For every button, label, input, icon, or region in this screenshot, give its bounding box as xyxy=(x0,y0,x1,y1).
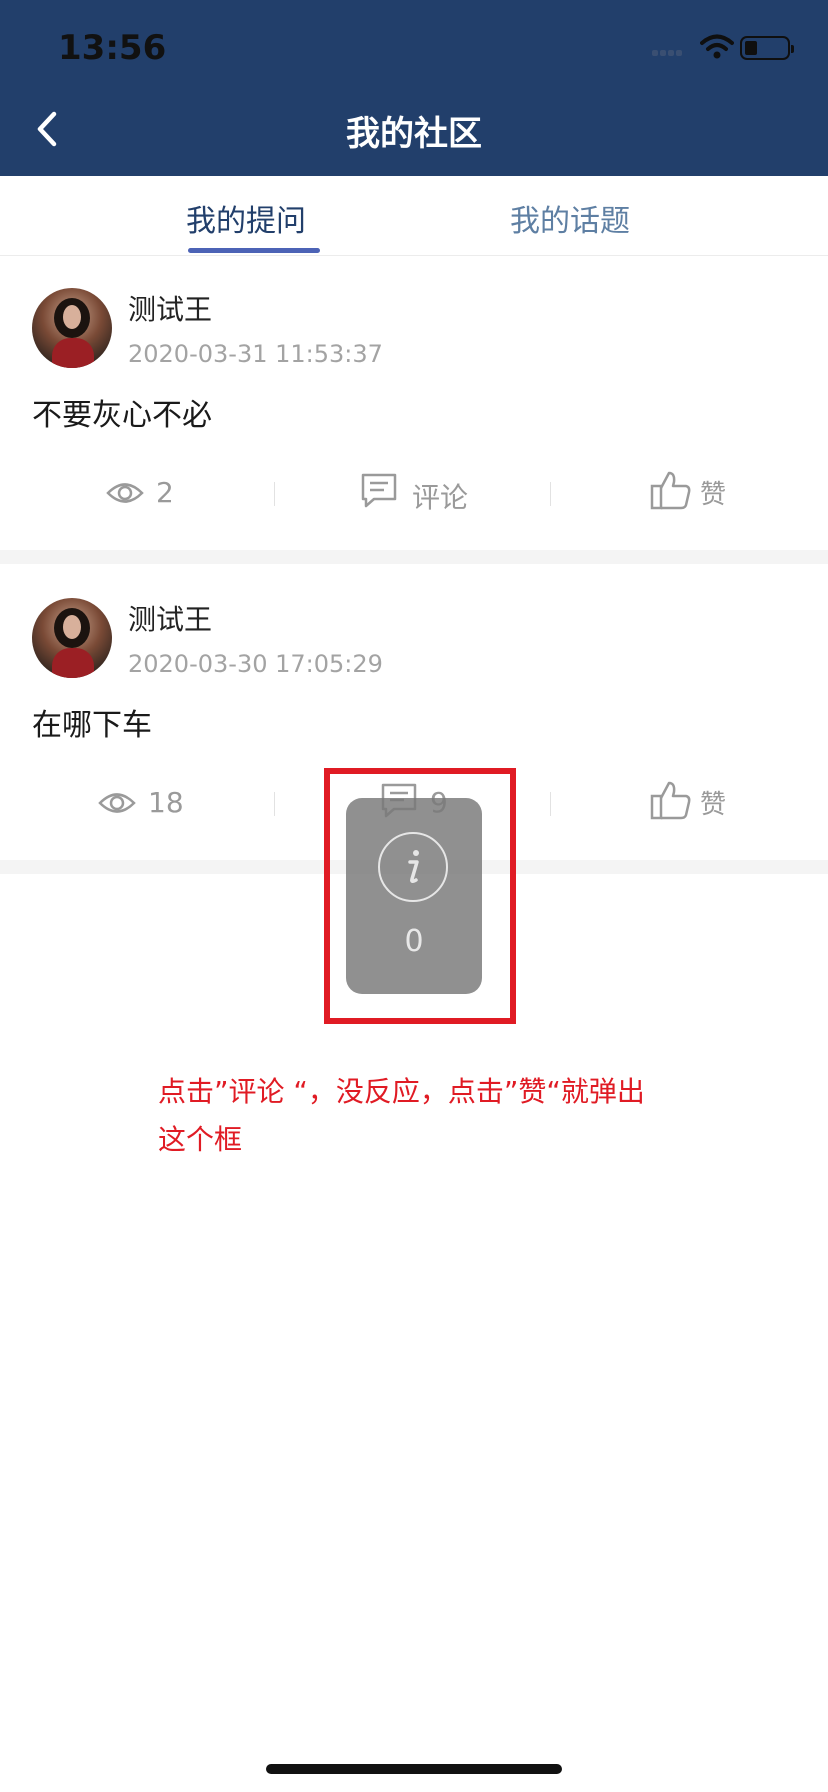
tab-bar: 我的提问 我的话题 xyxy=(0,176,828,256)
divider xyxy=(550,482,551,506)
page-title: 我的社区 xyxy=(346,114,482,154)
active-tab-indicator xyxy=(188,248,320,253)
divider xyxy=(274,792,275,816)
comment-icon xyxy=(361,473,397,508)
thumbs-up-icon xyxy=(650,471,691,510)
status-time: 13:56 xyxy=(58,28,167,68)
cellular-signal-icon xyxy=(652,50,690,58)
post-text: 不要灰心不必 xyxy=(32,398,212,433)
eye-icon xyxy=(98,793,136,813)
annotation-line-1: 点击”评论 “，没反应，点击”赞“就弹出 xyxy=(158,1075,645,1108)
divider xyxy=(274,482,275,506)
like-button[interactable]: 赞 xyxy=(650,780,760,824)
divider xyxy=(550,792,551,816)
username: 测试王 xyxy=(128,603,213,636)
view-count: 2 xyxy=(106,476,266,516)
comment-label: 评论 xyxy=(412,481,469,514)
like-button[interactable]: 赞 xyxy=(650,470,760,514)
wifi-icon xyxy=(700,34,734,59)
tab-my-questions[interactable]: 我的提问 xyxy=(186,196,306,240)
thumbs-up-icon xyxy=(650,781,691,820)
view-count: 18 xyxy=(98,786,258,826)
view-count-value: 2 xyxy=(156,476,174,509)
like-label: 赞 xyxy=(700,480,727,510)
username: 测试王 xyxy=(128,293,213,326)
annotation-highlight-box xyxy=(324,768,516,1024)
tab-my-topics[interactable]: 我的话题 xyxy=(510,196,630,240)
view-count-value: 18 xyxy=(148,786,184,819)
avatar xyxy=(32,288,112,368)
comment-button[interactable]: 评论 xyxy=(360,472,500,516)
annotation-line-2: 这个框 xyxy=(158,1123,243,1156)
battery-icon xyxy=(740,36,794,60)
post-timestamp: 2020-03-31 11:53:37 xyxy=(128,340,383,368)
post-text: 在哪下车 xyxy=(32,708,152,743)
like-label: 赞 xyxy=(700,790,727,820)
home-indicator xyxy=(266,1764,562,1774)
post-card[interactable]: 测试王 2020-03-31 11:53:37 不要灰心不必 2 评论 赞 xyxy=(0,256,828,550)
post-separator xyxy=(0,550,828,564)
avatar xyxy=(32,598,112,678)
annotation-note: 点击”评论 “，没反应，点击”赞“就弹出 这个框 xyxy=(158,1068,718,1164)
eye-icon xyxy=(106,483,144,503)
post-timestamp: 2020-03-30 17:05:29 xyxy=(128,650,383,678)
